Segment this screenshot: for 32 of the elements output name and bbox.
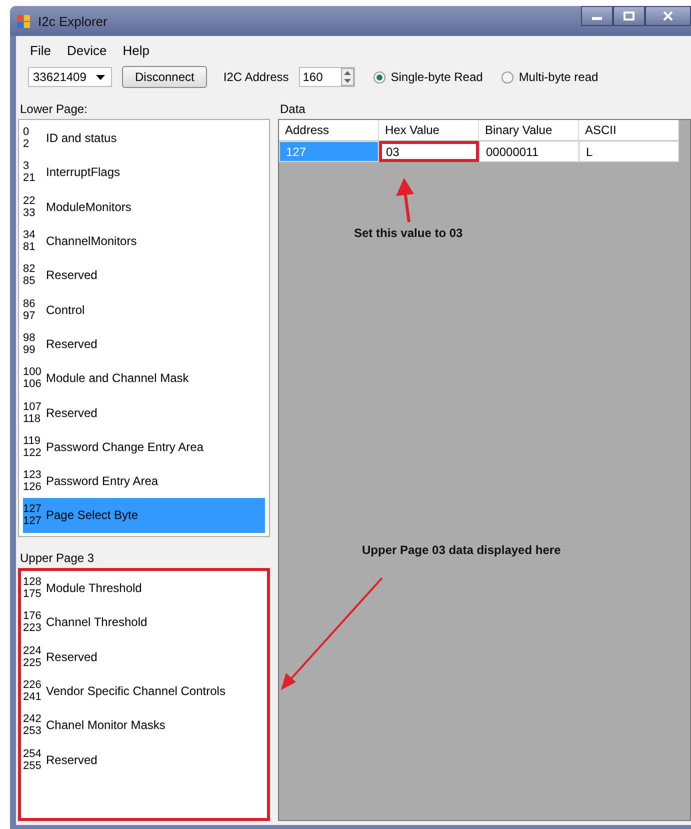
register-item[interactable]: 0 2 ID and status xyxy=(23,121,265,156)
column-header[interactable]: Address xyxy=(279,120,379,141)
app-icon xyxy=(16,13,32,29)
address-spinner[interactable]: 160 xyxy=(298,67,355,87)
table-cell[interactable]: 03 xyxy=(379,141,479,162)
minimize-button[interactable] xyxy=(581,6,613,26)
table-cell[interactable]: 00000011 xyxy=(479,141,579,162)
annotation-text: Set this value to 03 xyxy=(354,226,463,240)
read-mode-radio[interactable]: Single-byte Read xyxy=(372,70,483,84)
column-header[interactable]: Binary Value xyxy=(479,120,579,141)
close-icon xyxy=(662,11,674,21)
window-title: I2c Explorer xyxy=(38,14,108,28)
column-header[interactable]: ASCII xyxy=(579,120,679,141)
menu-item[interactable]: Help xyxy=(122,43,150,58)
annotation-text: Upper Page 03 data displayed here xyxy=(362,542,562,559)
maximize-icon xyxy=(623,11,635,21)
menu-item[interactable]: Device xyxy=(66,43,107,58)
address-label: I2C Address xyxy=(223,70,289,84)
disconnect-button[interactable]: Disconnect xyxy=(122,66,208,88)
column-header[interactable]: Hex Value xyxy=(379,120,479,141)
spin-arrows-icon xyxy=(340,68,354,86)
device-dropdown[interactable]: 33621409 xyxy=(28,67,112,87)
read-mode-radio[interactable]: Multi-byte read xyxy=(500,70,598,84)
close-button[interactable] xyxy=(645,6,691,26)
table-cell[interactable]: L xyxy=(579,141,679,162)
section-label: Data xyxy=(279,101,306,118)
menu-item[interactable]: File xyxy=(30,43,51,58)
maximize-button[interactable] xyxy=(613,6,645,26)
section-label: Lower Page: xyxy=(19,101,88,118)
caret-icon xyxy=(96,74,105,80)
arrow xyxy=(396,178,414,222)
section-label: Upper Page 3 xyxy=(19,550,96,567)
